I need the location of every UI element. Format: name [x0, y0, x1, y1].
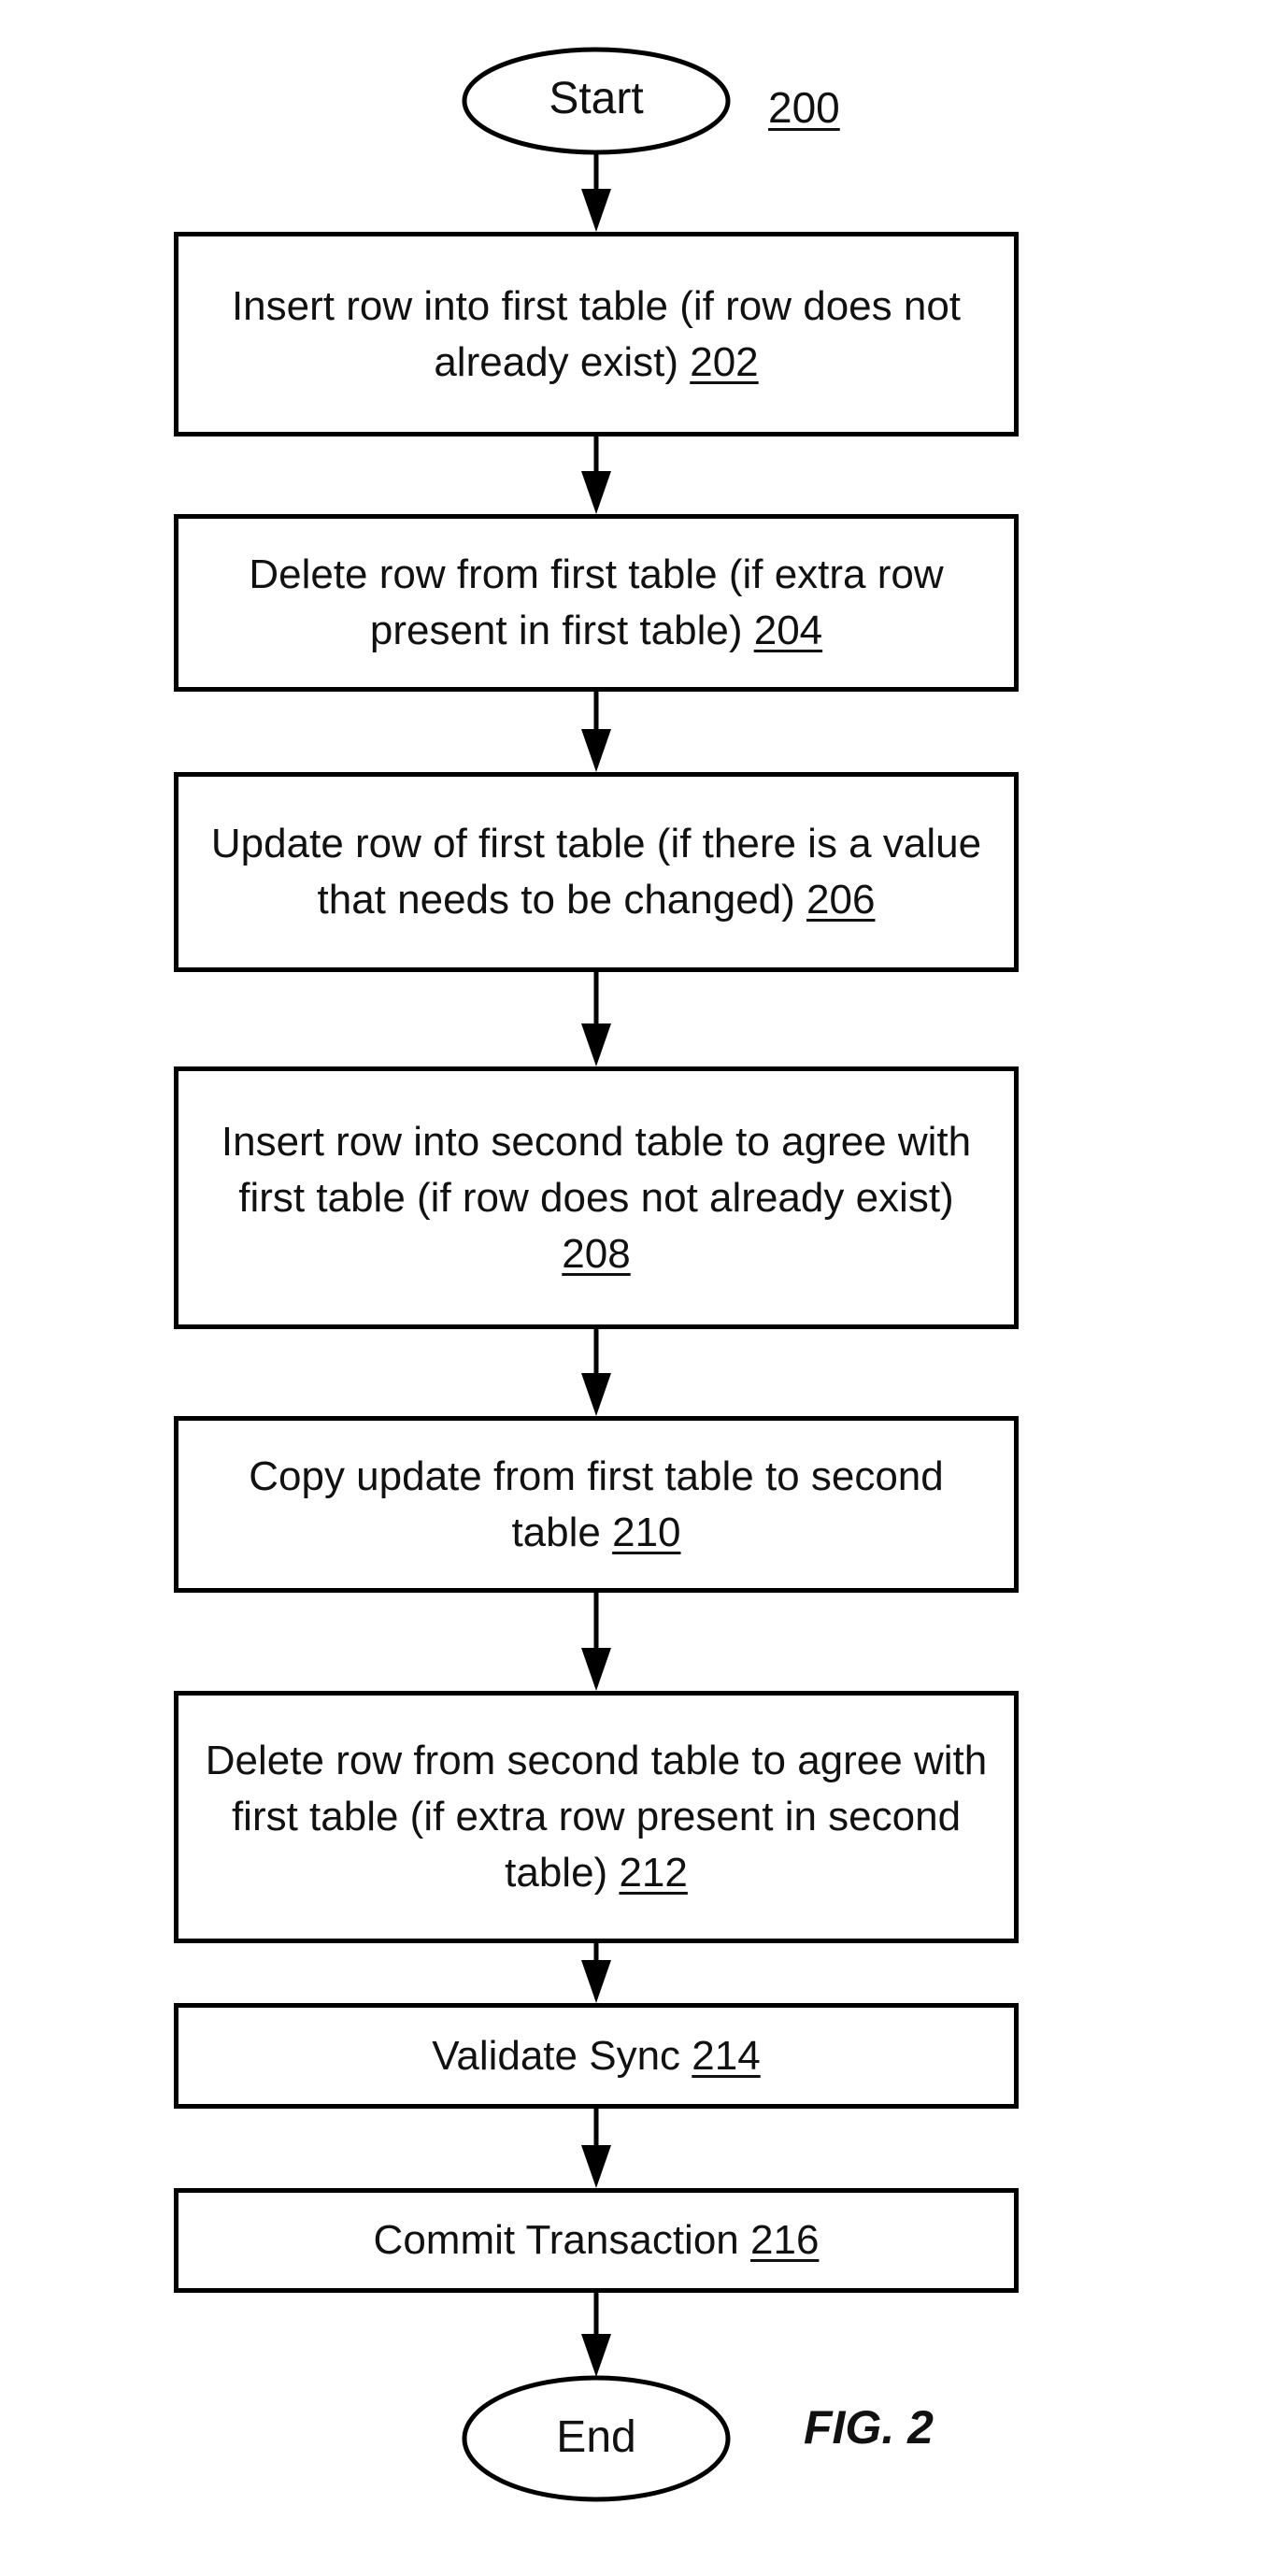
step-ref: 206	[806, 877, 876, 923]
step-ref: 212	[619, 1850, 688, 1896]
arrow-head-icon	[581, 2145, 611, 2188]
step-ref: 210	[612, 1509, 681, 1555]
step-text: Copy update from first table to second t…	[249, 1453, 944, 1555]
step-commit-transaction: Commit Transaction 216	[174, 2188, 1019, 2293]
arrow-head-icon	[581, 471, 611, 514]
end-label: End	[556, 2412, 636, 2462]
step-insert-second-table: Insert row into second table to agree wi…	[174, 1066, 1019, 1329]
step-delete-second-table: Delete row from second table to agree wi…	[174, 1691, 1019, 1943]
arrow-head-icon	[581, 1960, 611, 2003]
step-validate-sync: Validate Sync 214	[174, 2003, 1019, 2109]
arrow-head-icon	[581, 1648, 611, 1691]
arrow-head-icon	[581, 189, 611, 232]
step-ref: 202	[690, 338, 759, 385]
step-text: Delete row from first table (if extra ro…	[249, 551, 944, 653]
step-update-first-table: Update row of first table (if there is a…	[174, 772, 1019, 972]
step-delete-first-table: Delete row from first table (if extra ro…	[174, 514, 1019, 692]
step-text: Commit Transaction	[373, 2217, 739, 2263]
arrow-head-icon	[581, 729, 611, 772]
step-ref: 216	[750, 2217, 820, 2263]
step-text: Validate Sync	[432, 2032, 681, 2079]
figure-reference-number: 200	[768, 83, 840, 132]
figure-caption: FIG. 2	[804, 2401, 934, 2454]
step-ref: 214	[692, 2032, 761, 2079]
arrow-head-icon	[581, 1023, 611, 1066]
start-label: Start	[549, 74, 644, 123]
step-ref: 204	[753, 608, 823, 653]
step-insert-first-table: Insert row into first table (if row does…	[174, 232, 1019, 436]
arrow-head-icon	[581, 1373, 611, 1416]
arrow-head-icon	[581, 2334, 611, 2377]
step-text: Insert row into second table to agree wi…	[221, 1118, 972, 1221]
step-text: Insert row into first table (if row does…	[231, 282, 962, 385]
step-text: Delete row from second table to agree wi…	[205, 1738, 988, 1896]
step-ref: 208	[562, 1230, 631, 1277]
step-copy-update: Copy update from first table to second t…	[174, 1416, 1019, 1593]
